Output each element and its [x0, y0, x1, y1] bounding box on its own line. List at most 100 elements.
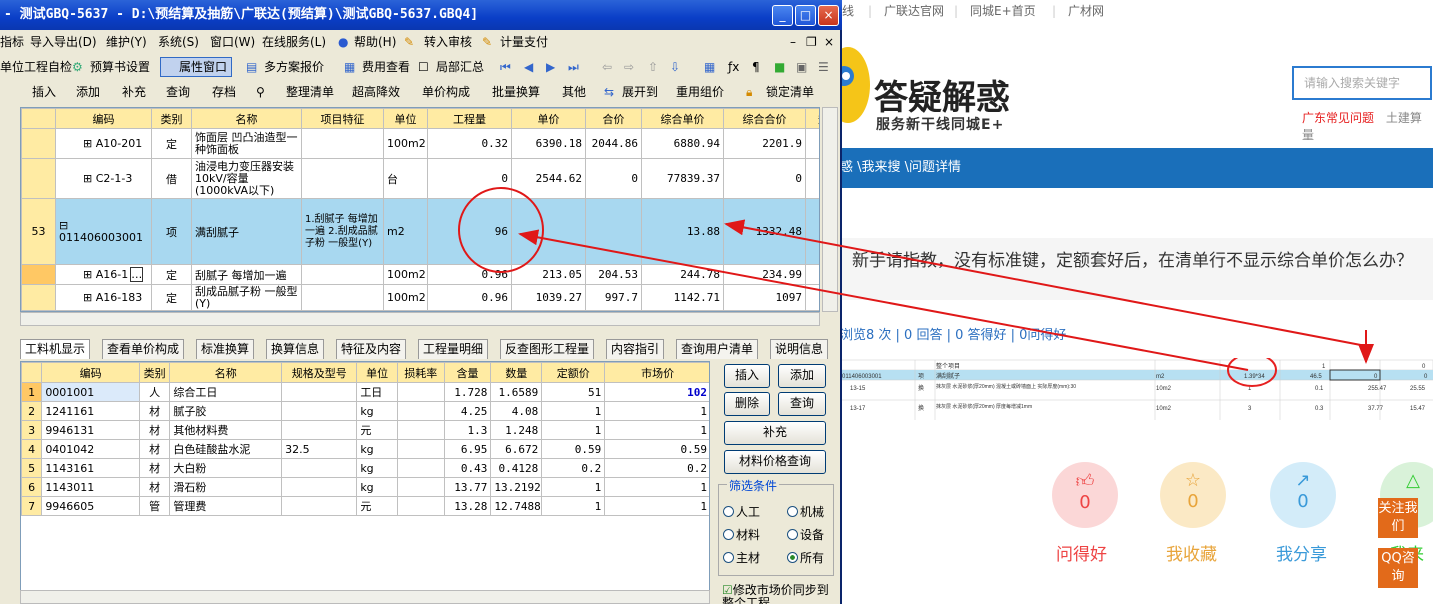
tab-reverse-check[interactable]: 反查图形工程量: [500, 339, 595, 359]
arrow-right-icon[interactable]: ⇨: [624, 55, 634, 80]
partial-sum-checkbox[interactable]: ☐: [418, 55, 429, 80]
col-price[interactable]: 单价: [511, 108, 586, 129]
last-icon[interactable]: ⏭: [568, 55, 579, 80]
code-cell[interactable]: 0001001: [41, 382, 140, 402]
code-cell[interactable]: 9946605: [41, 496, 140, 516]
table-row[interactable]: 7 9946605 管管理费元 13.28 12.7488 1 1: [21, 496, 709, 516]
table-row[interactable]: 5 1143161 材大白粉 kg 0.43 0.4128 0.2 0.2: [21, 458, 709, 478]
qq-consult-button[interactable]: QQ咨询: [1378, 548, 1418, 588]
cube-icon[interactable]: ■: [774, 55, 785, 80]
col-type[interactable]: 类别: [151, 108, 192, 129]
filter-all[interactable]: 所有: [787, 549, 824, 566]
favorite-button[interactable]: ☆ 0: [1160, 462, 1226, 528]
filter-material[interactable]: 材料: [723, 526, 760, 543]
favorite-label[interactable]: 我收藏: [1166, 540, 1217, 565]
add-menu[interactable]: 添加: [76, 80, 100, 105]
formula-icon[interactable]: ƒx: [728, 55, 739, 80]
list-icon[interactable]: ☰: [818, 55, 829, 80]
paragraph-icon[interactable]: ¶: [752, 55, 760, 80]
upper-vertical-scrollbar[interactable]: [822, 107, 838, 312]
expand-icon[interactable]: ⊞: [59, 137, 96, 150]
mdi-restore[interactable]: ❐: [806, 30, 817, 55]
col-spec[interactable]: 规: [805, 108, 819, 129]
tab-unit-price[interactable]: 查看单价构成: [102, 339, 185, 359]
menu-item[interactable]: 维护(Y): [106, 30, 147, 55]
menu-item[interactable]: 计量支付: [500, 30, 548, 55]
search-input[interactable]: 请输入搜索关键字: [1292, 66, 1432, 100]
like-button[interactable]: 👍︎ 0: [1052, 462, 1118, 528]
col-total[interactable]: 合价: [585, 108, 642, 129]
first-icon[interactable]: ⏮: [500, 55, 511, 80]
close-button[interactable]: ×: [818, 5, 839, 26]
menu-item[interactable]: 在线服务(L): [262, 30, 326, 55]
height-reduction-menu[interactable]: 超高降效: [352, 80, 400, 105]
prev-icon[interactable]: ◀: [524, 55, 533, 80]
share-button[interactable]: ↗ 0: [1270, 462, 1336, 528]
filter-labor[interactable]: 人工: [723, 503, 760, 520]
col-utotal[interactable]: 综合合价: [723, 108, 806, 129]
tab-qty-detail[interactable]: 工程量明细: [418, 339, 489, 359]
code-cell[interactable]: 0401042: [41, 439, 140, 459]
calculator-icon[interactable]: ▦: [704, 55, 715, 80]
top-link-4[interactable]: 广材网: [1068, 0, 1104, 22]
filter-machine[interactable]: 机械: [787, 503, 824, 520]
table-row[interactable]: 3 9946131 材其他材料费元 1.3 1.248 1 1: [21, 420, 709, 440]
tab-convert-info[interactable]: 换算信息: [266, 339, 325, 359]
table-row[interactable]: 4 0401042 材白色硅酸盐水泥 32.5 kg 6.95 6.672 0.59 0.59: [21, 439, 709, 459]
tab-guide[interactable]: 内容指引: [606, 339, 665, 359]
top-link-1[interactable]: 线: [842, 0, 854, 22]
material-price-query-button[interactable]: 材料价格查询: [724, 450, 826, 474]
export-icon[interactable]: ▣: [796, 55, 807, 80]
tab-materials[interactable]: 工料机显示: [20, 339, 91, 359]
binoculars-icon[interactable]: ⚲: [256, 80, 265, 105]
delete-button[interactable]: 删除: [724, 392, 770, 416]
table-row[interactable]: 2 1241161 材腻子胶 kg 4.25 4.08 1 1: [21, 401, 709, 421]
qty-cell[interactable]: 96: [427, 198, 512, 265]
ellipsis-button[interactable]: …: [130, 267, 144, 282]
expand-icon[interactable]: ⊞: [59, 172, 96, 185]
reuse-price-menu[interactable]: 重用组价: [676, 80, 724, 105]
code-cell[interactable]: 9946131: [41, 420, 140, 440]
tab-notes[interactable]: 说明信息: [770, 339, 829, 359]
col-unit[interactable]: 单位: [383, 108, 428, 129]
top-link-3[interactable]: 同城E+首页: [970, 0, 1036, 22]
col-content[interactable]: 含量: [443, 362, 492, 383]
menu-item[interactable]: 指标: [0, 30, 24, 55]
batch-convert-menu[interactable]: 批量换算: [492, 80, 540, 105]
unit-price-menu[interactable]: 单价构成: [422, 80, 470, 105]
top-link-2[interactable]: 广联达官网: [884, 0, 944, 22]
property-window-button[interactable]: 属性窗口: [160, 57, 233, 77]
table-row[interactable]: ⊞ C2-1-3 借 油浸电力变压器安装 10kV/容量(1000kVA以下) …: [21, 158, 819, 199]
menu-item[interactable]: 帮助(H): [354, 30, 396, 55]
query-button[interactable]: 查询: [778, 392, 826, 416]
supplement-button[interactable]: 补充: [724, 421, 826, 445]
hot-link-1[interactable]: 广东常见问题: [1302, 111, 1374, 125]
budget-settings-button[interactable]: 预算书设置: [90, 55, 150, 80]
col-fixed-price[interactable]: 定额价: [541, 362, 606, 383]
col-uprice[interactable]: 综合单价: [641, 108, 724, 129]
insert-button[interactable]: 插入: [724, 364, 770, 388]
menu-item[interactable]: 系统(S): [158, 30, 199, 55]
col-type[interactable]: 类别: [138, 362, 171, 383]
expand-to-menu[interactable]: 展开到: [622, 80, 658, 105]
col-feature[interactable]: 项目特征: [301, 108, 384, 129]
table-row[interactable]: ⊞ A10-201 定 饰面层 凹凸油造型一种饰面板 100m2 0.32 63…: [21, 128, 819, 159]
table-row[interactable]: 6 1143011 材滑石粉 kg 13.77 13.2192 1 1: [21, 477, 709, 497]
col-spec[interactable]: 规格及型号: [281, 362, 358, 383]
col-code[interactable]: 编码: [55, 108, 152, 129]
minimize-button[interactable]: _: [772, 5, 793, 26]
tab-features[interactable]: 特征及内容: [336, 339, 407, 359]
market-price-cell[interactable]: 102: [604, 382, 709, 402]
col-name[interactable]: 名称: [169, 362, 283, 383]
code-cell[interactable]: 1143161: [41, 458, 140, 478]
market-price-cell[interactable]: 1: [604, 420, 709, 440]
multi-plan-button[interactable]: 多方案报价: [264, 55, 324, 80]
add-button[interactable]: 添加: [778, 364, 826, 388]
table-row[interactable]: 1 0001001 人综合工日 工日 1.728 1.6589 51 102: [21, 382, 709, 402]
other-menu[interactable]: 其他: [562, 80, 586, 105]
market-price-cell[interactable]: 1: [604, 401, 709, 421]
col-qty[interactable]: 数量: [490, 362, 543, 383]
filter-main[interactable]: 主材: [723, 549, 760, 566]
lock-list-button[interactable]: 锁定清单: [766, 80, 814, 105]
maximize-button[interactable]: □: [795, 5, 816, 26]
